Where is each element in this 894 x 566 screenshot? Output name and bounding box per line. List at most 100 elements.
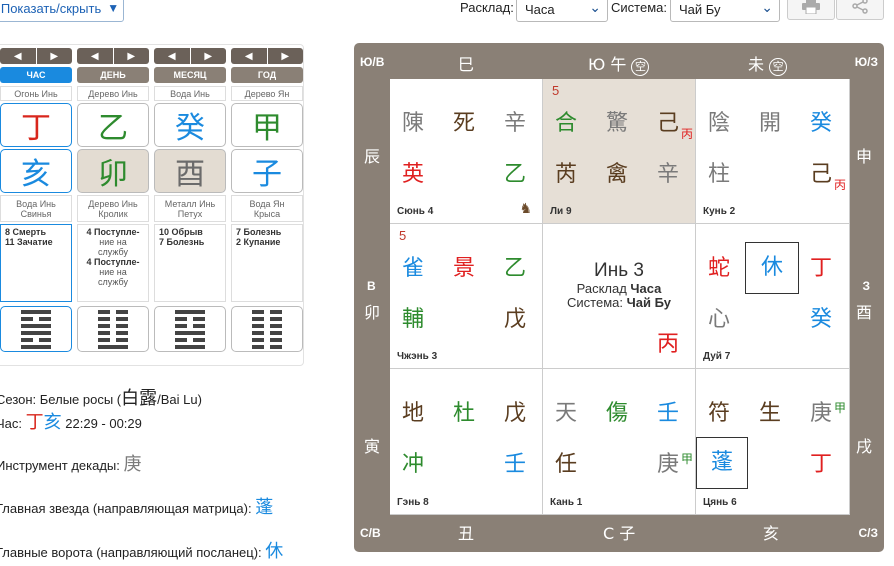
earth-stem: 己	[810, 162, 833, 187]
palace-kun[interactable]: 陰 開 癸 柱 己 丙 Кунь 2	[696, 79, 850, 224]
prev-hour-icon[interactable]: ◀	[0, 48, 37, 64]
main-star-char: 蓬	[255, 497, 274, 517]
stage-line: 4 Поступле-	[86, 257, 140, 267]
layout-select[interactable]: Часа ⌄	[516, 0, 608, 22]
left-direction-east: В	[367, 279, 376, 293]
palace-name: Чжэнь 3	[397, 351, 438, 362]
show-hide-label: Показать/скрыть	[0, 0, 102, 16]
hexagram	[0, 306, 72, 352]
layout-label: Расклад:	[460, 0, 514, 15]
next-year-icon[interactable]: ▶	[268, 48, 304, 64]
system-select[interactable]: Чай Бу ⌄	[670, 0, 780, 22]
palace-zhen[interactable]: 5 雀 景 乙 輔 戊 Чжэнь 3	[390, 224, 543, 369]
earth-stem: 辛	[657, 162, 680, 187]
next-month-icon[interactable]: ▶	[191, 48, 227, 64]
star: 任	[555, 452, 578, 477]
deity: 天	[555, 401, 578, 426]
palace-center[interactable]: Инь 3 Расклад Часа Система: Чай Бу 丙	[543, 224, 696, 369]
print-button[interactable]	[787, 0, 835, 20]
stage-line: 4 Поступле-	[86, 227, 140, 237]
season-tail: /Bai Lu)	[157, 392, 202, 407]
share-icon	[852, 0, 868, 14]
bottom-branch: 亥	[763, 524, 780, 543]
stage-line: ние на	[99, 267, 127, 277]
pillar-element: Вода Инь	[154, 86, 226, 101]
next-day-icon[interactable]: ▶	[114, 48, 150, 64]
hour-stem: 丁	[25, 412, 44, 432]
heaven-stem: 辛	[504, 111, 527, 136]
earthly-branch[interactable]: 酉	[154, 149, 226, 193]
stem-sub: 丙	[681, 127, 694, 141]
show-hide-button[interactable]: Показать/скрыть ▼	[0, 0, 124, 22]
decade-line: Инструмент декады: 庚	[0, 450, 142, 476]
pillar-element: Дерево Инь	[77, 86, 149, 101]
branch-element: Вода Инь	[16, 198, 56, 209]
bottom-branch: 丑	[458, 524, 475, 543]
share-button[interactable]	[836, 0, 884, 20]
void-mark: 空	[769, 58, 788, 76]
main-gate-line: Главные ворота (направляющий посланец): …	[0, 537, 283, 563]
branch-element: Вода Ян	[249, 198, 285, 209]
earthly-branch[interactable]: 亥	[0, 149, 72, 193]
qimen-board: Ю/В Ю/З С/В С/З 巳 Ю 午 空 未 空 丑 С 子 亥 辰 В …	[354, 43, 884, 552]
tab-year[interactable]: ГОД	[231, 67, 303, 83]
palace-grid: 陳 死 辛 英 乙 ♞ Сюнь 4 5 合 驚 己 丙 芮 禽 辛 Ли 9 …	[390, 79, 850, 515]
prev-month-icon[interactable]: ◀	[154, 48, 191, 64]
palace-gen[interactable]: 地 杜 戊 冲 壬 Гэнь 8	[390, 369, 543, 515]
life-stages: 4 Поступле- ние на службу 4 Поступле- ни…	[77, 224, 149, 302]
palace-li[interactable]: 5 合 驚 己 丙 芮 禽 辛 Ли 9	[543, 79, 696, 224]
next-hour-icon[interactable]: ▶	[37, 48, 73, 64]
deity: 符	[708, 401, 731, 426]
tab-hour[interactable]: ЧАС	[0, 67, 72, 83]
season-label: Сезон: Белые росы (	[0, 392, 122, 407]
hour-line: Час: 丁亥 22:29 - 00:29	[0, 408, 142, 434]
chevron-down-icon: ⌄	[589, 0, 601, 15]
gate: 景	[453, 256, 476, 281]
gate: 生	[759, 401, 782, 426]
heavenly-stem[interactable]: 癸	[154, 103, 226, 147]
tab-day[interactable]: ДЕНЬ	[77, 67, 149, 83]
heavenly-stem[interactable]: 乙	[77, 103, 149, 147]
earthly-branch[interactable]: 卯	[77, 149, 149, 193]
palace-qian[interactable]: 符 生 庚 甲 蓬 丁 Цянь 6	[696, 369, 850, 515]
star: 英	[402, 162, 425, 187]
prev-day-icon[interactable]: ◀	[77, 48, 114, 64]
palace-kan[interactable]: 天 傷 壬 任 庚 甲 Кань 1	[543, 369, 696, 515]
palace-name: Гэнь 8	[397, 497, 429, 508]
palace-dui[interactable]: 蛇 休 丁 心 癸 Дуй 7	[696, 224, 850, 369]
palace-number: 5	[399, 228, 407, 243]
deity: 陳	[402, 111, 425, 136]
gate: 死	[453, 111, 476, 136]
earthly-branch[interactable]: 子	[231, 149, 303, 193]
heaven-stem: 壬	[657, 401, 680, 426]
hexagram	[231, 306, 303, 352]
branch-element: Дерево Инь	[88, 198, 138, 209]
top-branch-south: Ю 午 空	[588, 51, 650, 76]
earth-stem: 丁	[810, 452, 833, 477]
decade-label: Инструмент декады:	[0, 458, 120, 473]
main-star-line: Главная звезда (направляющая матрица): 蓬	[0, 493, 273, 519]
palace-xun[interactable]: 陳 死 辛 英 乙 ♞ Сюнь 4	[390, 79, 543, 224]
palace-name: Кань 1	[550, 497, 583, 508]
tab-month[interactable]: МЕСЯЦ	[154, 67, 226, 83]
branch-animal: Дерево Инь Кролик	[77, 195, 149, 222]
layout-select-value: Часа	[525, 2, 555, 17]
stage-line: 8 Смерть	[5, 227, 46, 237]
heavenly-stem[interactable]: 甲	[231, 103, 303, 147]
right-direction-west: З	[862, 279, 870, 293]
hexagram-icon	[252, 309, 282, 349]
heavenly-stem[interactable]: 丁	[0, 103, 72, 147]
star-secondary: 禽	[606, 162, 629, 187]
branch-animal: Вода Инь Свинья	[0, 195, 72, 222]
season-chars: 白露	[121, 388, 158, 408]
prev-year-icon[interactable]: ◀	[231, 48, 268, 64]
pillar-day: ◀ ▶ ДЕНЬ Дерево Инь 乙 卯 Дерево Инь Кроли…	[77, 48, 149, 352]
gate: 驚	[606, 111, 629, 136]
deity: 陰	[708, 111, 731, 136]
animal-name: Свинья	[20, 208, 52, 219]
star: 蓬	[696, 437, 748, 489]
branch-animal: Вода Ян Крыса	[231, 195, 303, 222]
deity: 蛇	[708, 256, 731, 281]
palace-name: Кунь 2	[703, 206, 736, 217]
stem-sub: 丙	[834, 178, 847, 192]
